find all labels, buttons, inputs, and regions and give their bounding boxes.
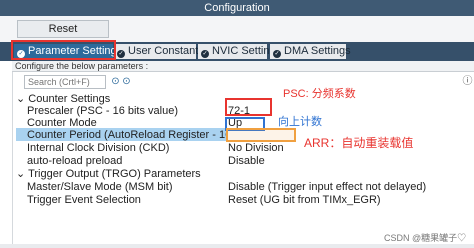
info-icon[interactable]: ⓘ [462,76,473,87]
search-prev-icon[interactable]: ⊙ [110,76,121,87]
window-title: Configuration [0,0,474,16]
param-value[interactable]: Disable [228,155,265,168]
collapse-icon: ⌄ [16,93,26,105]
param-value[interactable]: Reset (UG bit from TIMx_EGR) [228,194,381,207]
bottom-bar [0,244,474,248]
group-label: Counter Settings [28,93,111,105]
check-icon: ✓ [117,50,125,58]
param-value[interactable]: Disable (Trigger input effect not delaye… [228,181,426,194]
psc-annotation: PSC: 分频系数 [283,88,356,100]
group-label: Trigger Output (TRGO) Parameters [28,168,201,180]
collapse-icon: ⌄ [16,168,26,180]
param-name: auto-reload preload [27,155,123,167]
tab-highlight-box [11,40,116,60]
watermark: CSDN @糖果罐子♡ [384,233,467,243]
tab-user-constants[interactable]: ✓ User Constants [114,44,204,59]
search-row: ⊙ ⊙ ⓘ [12,75,474,91]
search-input[interactable] [24,75,106,89]
tab-label: DMA Settings [284,45,351,57]
count-up-annotation: 向上计数 [278,116,322,128]
tab-dma-settings[interactable]: ✓ DMA Settings [270,44,351,59]
param-name: Internal Clock Division (CKD) [27,142,170,154]
check-icon: ✓ [201,50,209,58]
param-name: Counter Period (AutoReload Register - 16… [27,129,227,141]
counter-period-highlight-box [226,128,296,142]
configure-hint: Configure the below parameters : [12,61,474,72]
check-icon: ✓ [273,50,281,58]
tab-nvic-settings[interactable]: ✓ NVIC Settings [198,44,281,59]
param-value[interactable]: No Division [228,142,284,155]
arr-annotation: ARR：自动重装载值 [304,136,414,150]
search-next-icon[interactable]: ⊙ [121,76,132,87]
reset-configuration-button[interactable]: Reset Configuration [17,20,109,51]
param-name: Master/Slave Mode (MSM bit) [27,181,173,193]
param-name: Trigger Event Selection [27,194,141,206]
tab-label: User Constants [128,45,204,57]
prescaler-highlight-box [225,98,272,116]
group-trigger-output[interactable]: ⌄ Trigger Output (TRGO) Parameters [16,168,201,181]
